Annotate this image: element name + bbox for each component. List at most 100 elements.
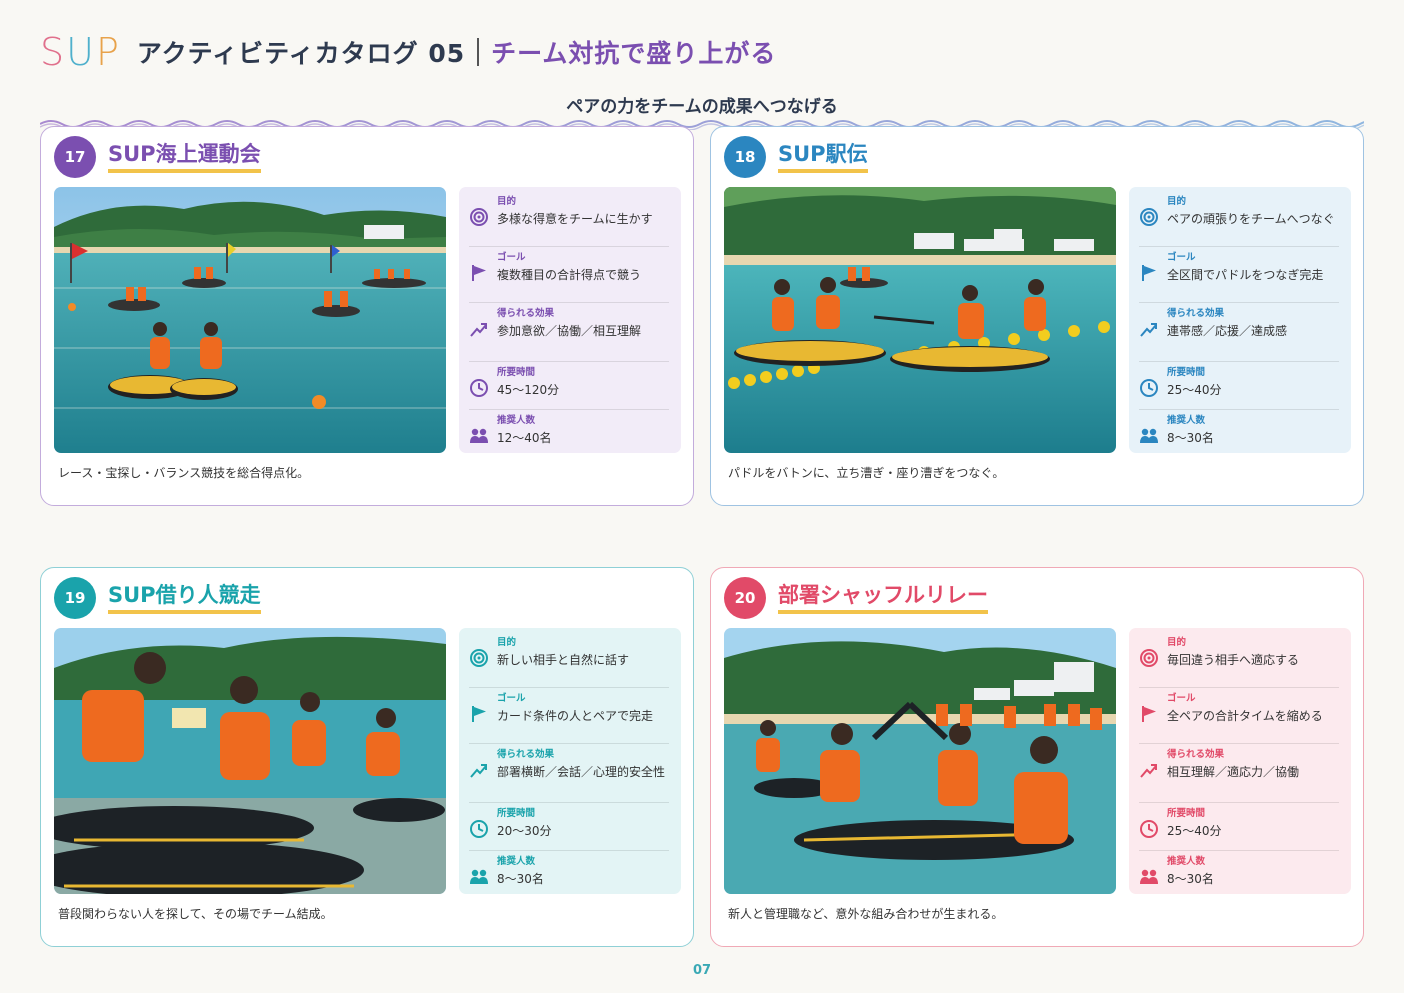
activity-number-badge: 19 (54, 577, 96, 619)
goal-value: 複数種目の合計得点で競う (497, 268, 642, 282)
catalog-title: アクティビティカタログ 05 (136, 39, 466, 68)
time-label: 所要時間 (1167, 367, 1206, 378)
trend-up-icon (1140, 764, 1157, 778)
purpose-label: 目的 (497, 196, 517, 207)
clock-icon (470, 820, 488, 838)
goal-value: 全ペアの合計タイムを縮める (1167, 709, 1323, 723)
clock-icon (1140, 379, 1158, 397)
people-label: 推奨人数 (497, 856, 536, 867)
people-icon (1140, 428, 1158, 443)
people-label: 推奨人数 (1167, 856, 1206, 867)
effect-label: 得られる効果 (497, 749, 555, 760)
people-icon (470, 428, 488, 443)
effect-value: 参加意欲／協働／相互理解 (497, 324, 642, 338)
clock-icon (1140, 820, 1158, 838)
activity-card-17: 17 SUP海上運動会 目的 多様な得意をチームに生かす ゴール 複数種目の合計… (40, 126, 694, 506)
goal-label: ゴール (497, 252, 526, 263)
trend-up-icon (470, 323, 487, 337)
activity-number-badge: 18 (724, 136, 766, 178)
activity-info-panel: 目的 毎回違う相手へ適応する ゴール全ペアの合計タイムを縮める 得られる効果相互理… (1129, 628, 1351, 894)
purpose-label: 目的 (1167, 637, 1187, 648)
time-row: 所要時間 45〜120分 (469, 362, 669, 410)
effect-value: 連帯感／応援／達成感 (1167, 324, 1288, 338)
goal-row: ゴール複数種目の合計得点で競う (469, 247, 669, 303)
activity-info-panel: 目的多様な得意をチームに生かす ゴール複数種目の合計得点で競う 得られる効果参加… (459, 187, 681, 453)
effect-value: 相互理解／適応力／協働 (1167, 765, 1300, 779)
page-header: SUP アクティビティカタログ 05 チーム対抗で盛り上がる (40, 30, 776, 74)
people-icon (1140, 869, 1158, 884)
activity-description: 新人と管理職など、意外な組み合わせが生まれる。 (728, 907, 1004, 921)
goal-row: ゴール全区間でパドルをつなぎ完走 (1139, 247, 1339, 303)
activity-photo (54, 628, 446, 894)
goal-value: カード条件の人とペアで完走 (497, 709, 654, 723)
purpose-row: 目的ペアの頑張りをチームへつなぐ (1139, 191, 1339, 247)
time-row: 所要時間 25〜40分 (1139, 362, 1339, 410)
activity-description: 普段関わらない人を探して、その場でチーム結成。 (58, 907, 333, 921)
people-row: 推奨人数 8〜30名 (1139, 851, 1339, 897)
goal-label: ゴール (1167, 693, 1196, 704)
page-tagline: ペアの力をチームの成果へつなげる (566, 97, 838, 117)
purpose-value: 新しい相手と自然に話す (497, 653, 630, 667)
effect-label: 得られる効果 (1167, 749, 1225, 760)
flag-icon (472, 265, 486, 281)
activity-card-18: 18 SUP駅伝 目的 ペアの頑張りをチームへつなぐ ゴール 全区間でパドルをつ… (710, 126, 1364, 506)
activity-description: パドルをバトンに、立ち漕ぎ・座り漕ぎをつなぐ。 (728, 466, 1005, 480)
flag-icon (472, 706, 486, 722)
people-label: 推奨人数 (1167, 415, 1206, 426)
flag-icon (1142, 706, 1156, 722)
activity-photo (724, 628, 1116, 894)
effect-row: 得られる効果部署横断／会話／心理的安全性 (469, 744, 669, 803)
activity-photo (54, 187, 446, 453)
time-value: 45〜120分 (497, 383, 560, 397)
target-icon (1140, 649, 1158, 667)
activity-info-panel: 目的ペアの頑張りをチームへつなぐ ゴール全区間でパドルをつなぎ完走 得られる効果… (1129, 187, 1351, 453)
effect-value: 部署横断／会話／心理的安全性 (497, 765, 666, 779)
activity-title: 部署シャッフルリレー (778, 582, 988, 614)
page-number: 07 (692, 963, 712, 978)
title-divider (477, 38, 480, 66)
purpose-row: 目的 毎回違う相手へ適応する (1139, 632, 1339, 688)
purpose-row: 目的新しい相手と自然に話す (469, 632, 669, 688)
trend-up-icon (470, 764, 487, 778)
time-label: 所要時間 (497, 808, 536, 819)
goal-label: ゴール (1167, 252, 1196, 263)
trend-up-icon (1140, 323, 1157, 337)
effect-row: 得られる効果相互理解／適応力／協働 (1139, 744, 1339, 803)
effect-label: 得られる効果 (497, 308, 555, 319)
goal-row: ゴール全ペアの合計タイムを縮める (1139, 688, 1339, 744)
purpose-value: 多様な得意をチームに生かす (497, 212, 653, 226)
purpose-value: ペアの頑張りをチームへつなぐ (1167, 212, 1335, 226)
people-value: 12〜40名 (497, 431, 552, 445)
people-row: 推奨人数 8〜30名 (1139, 410, 1339, 456)
people-icon (470, 869, 488, 884)
purpose-label: 目的 (497, 637, 517, 648)
people-value: 8〜30名 (1167, 872, 1214, 886)
time-value: 25〜40分 (1167, 383, 1222, 397)
target-icon (1140, 208, 1158, 226)
effect-row: 得られる効果連帯感／応援／達成感 (1139, 303, 1339, 362)
activity-number-badge: 20 (724, 577, 766, 619)
goal-value: 全区間でパドルをつなぎ完走 (1167, 268, 1324, 282)
target-icon (470, 208, 488, 226)
target-icon (470, 649, 488, 667)
people-row: 推奨人数 12〜40名 (469, 410, 669, 456)
purpose-row: 目的多様な得意をチームに生かす (469, 191, 669, 247)
activity-photo (724, 187, 1116, 453)
people-value: 8〜30名 (497, 872, 544, 886)
purpose-label: 目的 (1167, 196, 1187, 207)
catalog-subtitle: チーム対抗で盛り上がる (491, 39, 777, 68)
flag-icon (1142, 265, 1156, 281)
activity-info-panel: 目的新しい相手と自然に話す ゴールカード条件の人とペアで完走 得られる効果部署横… (459, 628, 681, 894)
time-value: 20〜30分 (497, 824, 552, 838)
people-value: 8〜30名 (1167, 431, 1214, 445)
effect-label: 得られる効果 (1167, 308, 1225, 319)
activity-card-20: 20 部署シャッフルリレー 目的 毎回違う相手へ適応する ゴール 全ペアの合計タ… (710, 567, 1364, 947)
activity-title: SUP海上運動会 (108, 141, 261, 173)
sup-logo: SUP (40, 30, 121, 74)
goal-label: ゴール (497, 693, 526, 704)
people-label: 推奨人数 (497, 415, 536, 426)
effect-row: 得られる効果参加意欲／協働／相互理解 (469, 303, 669, 362)
activity-card-19: 19 SUP借り人競走 目的 新しい相手と自然に話す ゴール カード条件の人とペアで (40, 567, 694, 947)
time-label: 所要時間 (497, 367, 536, 378)
activity-title: SUP駅伝 (778, 141, 868, 173)
